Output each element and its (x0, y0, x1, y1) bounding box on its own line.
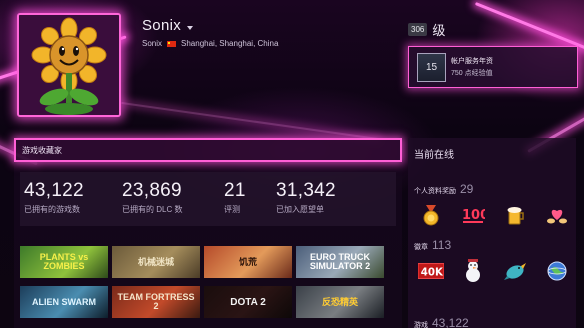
bird-badge-icon[interactable] (502, 258, 528, 284)
showcase-title: 游戏收藏家 (22, 146, 62, 155)
game-title: TEAM FORTRESS 2 (117, 292, 195, 311)
game-tile-dota-2[interactable]: DOTA 2 (204, 286, 292, 318)
globe-badge-icon[interactable] (544, 258, 570, 284)
awards-label: 个人资料奖励 (414, 188, 456, 195)
game-title: 反恐精英 (321, 296, 358, 307)
level-label: 级 (432, 23, 446, 38)
years-service-badge-icon: 15 (417, 53, 446, 82)
neon-streak (121, 101, 379, 141)
location-row: Sonix Shanghai, Shanghai, China (142, 39, 278, 48)
profile-page: Sonix Sonix Shanghai, Shanghai, China 30… (0, 0, 584, 328)
game-tile-counter-strike[interactable]: 反恐精英 (296, 286, 384, 318)
game-title: DOTA 2 (230, 296, 266, 308)
persona-name-row: Sonix (142, 17, 194, 34)
badges-link[interactable]: 徽章 113 (414, 238, 451, 252)
avatar[interactable] (17, 13, 121, 117)
stat-reviews[interactable]: 21 评测 (224, 180, 246, 215)
gold-medal-icon[interactable] (418, 202, 444, 228)
badges-row: 40K (414, 258, 574, 284)
game-title: EURO TRUCK SIMULATOR 2 (309, 252, 371, 271)
badge-xp: 750 点经验值 (451, 70, 493, 77)
games-count: 43,122 (432, 316, 469, 328)
game-title: PLANTS vs ZOMBIES (39, 252, 89, 271)
game-tile-dont-starve[interactable]: 饥荒 (204, 246, 292, 278)
game-tile-team-fortress-2[interactable]: TEAM FORTRESS 2 (112, 286, 200, 318)
stat-wishlist[interactable]: 31,342 已加入愿望单 (276, 180, 336, 215)
games-link[interactable]: 游戏 43,122 (414, 316, 469, 328)
awards-link[interactable]: 个人资料奖励 29 (414, 182, 473, 196)
favorite-badge-card[interactable]: 15 帐户服务年资 750 点经验值 (408, 46, 578, 88)
game-tile-plants-vs-zombies[interactable]: PLANTS vs ZOMBIES (20, 246, 108, 278)
hundred-icon[interactable]: 100 (460, 202, 486, 228)
china-flag-icon (167, 40, 177, 47)
stat-label: 评测 (224, 205, 240, 214)
game-title: 机械迷城 (137, 256, 174, 267)
beer-icon[interactable] (502, 202, 528, 228)
level-row: 306 级 (408, 20, 445, 39)
stat-value: 43,122 (24, 180, 84, 201)
heart-hands-icon[interactable] (544, 202, 570, 228)
sunflower-avatar-icon (19, 15, 119, 115)
badges-label: 徽章 (414, 244, 428, 251)
game-title: 饥荒 (238, 256, 257, 267)
badge-title: 帐户服务年资 (451, 58, 493, 65)
stat-label: 已拥有的 DLC 数 (122, 205, 183, 214)
showcase-header: 游戏收藏家 (14, 138, 402, 162)
stat-label: 已拥有的游戏数 (24, 205, 80, 214)
game-tile-euro-truck-simulator-2[interactable]: EURO TRUCK SIMULATOR 2 (296, 246, 384, 278)
stats-panel: 43,122 已拥有的游戏数 23,869 已拥有的 DLC 数 21 评测 3… (20, 172, 396, 226)
svg-text:40K: 40K (421, 268, 444, 279)
stat-value: 21 (224, 180, 246, 201)
40k-badge-icon[interactable]: 40K (418, 258, 444, 284)
snowman-badge-icon[interactable] (460, 258, 486, 284)
badges-count: 113 (432, 238, 452, 252)
level-number[interactable]: 306 (408, 23, 428, 36)
chevron-down-icon[interactable] (187, 25, 194, 30)
online-status: 当前在线 (414, 150, 454, 161)
stat-dlc-owned[interactable]: 23,869 已拥有的 DLC 数 (122, 180, 182, 215)
stat-value: 31,342 (276, 180, 336, 201)
svg-text:100: 100 (462, 208, 485, 223)
location-text: Shanghai, Shanghai, China (181, 39, 279, 48)
stat-games-owned[interactable]: 43,122 已拥有的游戏数 (24, 180, 84, 215)
stat-value: 23,869 (122, 180, 182, 201)
awards-count: 29 (460, 182, 474, 196)
right-sidebar: 当前在线 个人资料奖励 29 100 徽章 113 40K 游戏 43,122 (408, 138, 576, 328)
stat-label: 已加入愿望单 (276, 205, 324, 214)
games-label: 游戏 (414, 322, 428, 328)
game-title: ALIEN SWARM (32, 296, 96, 307)
game-tile-machinarium[interactable]: 机械迷城 (112, 246, 200, 278)
real-name: Sonix (142, 39, 163, 48)
game-collector-showcase: 游戏收藏家 43,122 已拥有的游戏数 23,869 已拥有的 DLC 数 2… (14, 138, 402, 328)
game-tile-alien-swarm[interactable]: ALIEN SWARM (20, 286, 108, 318)
persona-name: Sonix (142, 17, 182, 34)
awards-row: 100 (414, 202, 574, 228)
